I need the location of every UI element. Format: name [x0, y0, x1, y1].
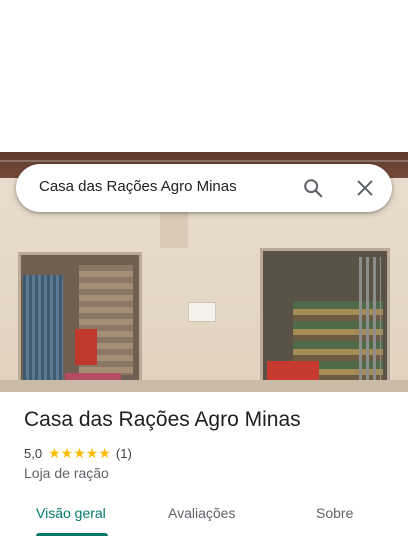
- tab-about[interactable]: Sobre: [316, 505, 353, 521]
- photo-tools: [359, 257, 381, 392]
- photo-gate: [23, 275, 63, 385]
- active-tab-indicator: [36, 533, 108, 536]
- place-tabs: Visão geral Avaliações Sobre: [0, 496, 408, 544]
- star-icon: ★: [60, 445, 74, 461]
- photo-left-door: [18, 252, 142, 392]
- photo-red-sign: [75, 329, 97, 365]
- star-icon: ★: [85, 445, 99, 461]
- place-title: Casa das Rações Agro Minas: [24, 408, 301, 431]
- close-icon[interactable]: [354, 177, 376, 199]
- search-input[interactable]: Casa das Rações Agro Minas: [39, 178, 237, 195]
- search-icon[interactable]: [302, 177, 324, 199]
- review-count[interactable]: (1): [116, 446, 132, 461]
- search-bar[interactable]: Casa das Rações Agro Minas: [16, 164, 392, 212]
- photo-right-door: [260, 248, 390, 392]
- place-category[interactable]: Loja de ração: [24, 465, 109, 481]
- star-icon: ★: [48, 445, 61, 461]
- photo-notice: [188, 302, 216, 322]
- rating-value: 5,0: [24, 445, 43, 461]
- tab-reviews[interactable]: Avaliações: [168, 505, 235, 521]
- star-icon: ★: [73, 445, 86, 461]
- photo-ground: [0, 380, 408, 392]
- tab-overview[interactable]: Visão geral: [36, 505, 106, 521]
- map-blank-area: [0, 0, 408, 152]
- star-rating: ★ ★ ★ ★ ★: [48, 446, 111, 460]
- rating-row[interactable]: 5,0 ★ ★ ★ ★ ★ (1): [24, 444, 132, 462]
- star-icon: ★: [98, 445, 111, 461]
